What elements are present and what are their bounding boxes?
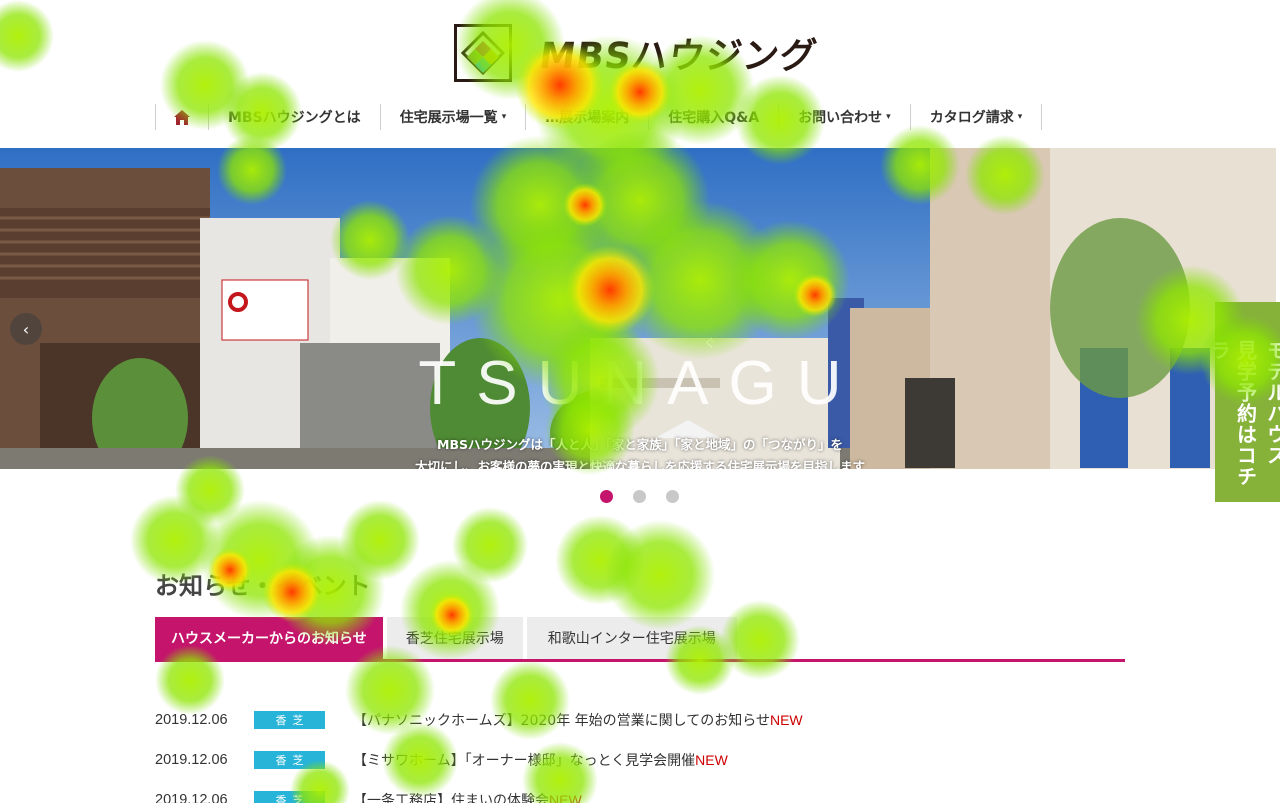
news-date: 2019.12.06 — [155, 752, 228, 768]
side-tab-line: モデルハウス — [1263, 340, 1280, 466]
site-logo[interactable]: MBSハウジング — [454, 24, 820, 82]
slider-prev-button[interactable]: ‹ — [10, 313, 42, 345]
nav-item-label: …展示場案内 — [545, 110, 630, 126]
news-tabs: ハウスメーカーからのお知らせ 香芝住宅展示場 和歌山インター住宅展示場 — [155, 617, 1125, 662]
tab-wakayama[interactable]: 和歌山インター住宅展示場 — [526, 617, 737, 659]
news-item: 2019.12.06 香芝 【パナソニックホームズ】2020年 年始の営業に関し… — [155, 700, 1125, 740]
new-label: NEW — [549, 792, 582, 803]
hero-slider: ぐ TSUNAGU MBSハウジングは「人と人」「家と家族」「家と地域」の「つな… — [0, 148, 1276, 469]
home-icon — [174, 109, 190, 125]
location-badge: 香芝 — [254, 751, 325, 769]
slider-pagination — [600, 490, 679, 503]
nav-item-contact[interactable]: お問い合わせ ▾ — [778, 104, 910, 130]
nav-item-guide[interactable]: …展示場案内 — [525, 104, 648, 130]
news-date: 2019.12.06 — [155, 712, 228, 728]
slider-dot[interactable] — [666, 490, 679, 503]
logo-wordmark: MBSハウジング — [536, 36, 820, 77]
logo-mark-icon — [454, 24, 512, 82]
hero-copy-line: 大切にし、お客様の夢の実現と快適な暮らしを応援する住宅展示場を目指します — [414, 459, 865, 469]
nav-item-showrooms[interactable]: 住宅展示場一覧 ▾ — [379, 104, 526, 130]
hero-title: TSUNAGU — [418, 349, 862, 418]
main-navigation: MBSハウジングとは 住宅展示場一覧 ▾ …展示場案内 住宅購入Q&A お問い合わ… — [155, 104, 1043, 130]
news-title: 【ミサワホーム】「オーナー様邸」なっとく見学会開催 — [353, 753, 696, 769]
nav-item-qa[interactable]: 住宅購入Q&A — [648, 104, 778, 130]
nav-item-label: カタログ請求 — [929, 110, 1014, 126]
location-badge: 香芝 — [254, 791, 325, 803]
nav-item-label: MBSハウジングとは — [228, 110, 361, 126]
hero-copy: MBSハウジングは「人と人」「家と家族」「家と地域」の「つながり」を 大切にし、… — [355, 434, 925, 469]
news-date: 2019.12.06 — [155, 792, 228, 803]
nav-item-label: 住宅展示場一覧 — [399, 110, 498, 126]
chevron-left-icon: ‹ — [22, 319, 30, 339]
news-title: 【一条工務店】住まいの体験会 — [353, 793, 549, 803]
side-tab-line: 見学予約はコチラ — [1207, 340, 1258, 487]
nav-item-catalog[interactable]: カタログ請求 ▾ — [909, 104, 1043, 130]
slider-dot[interactable] — [633, 490, 646, 503]
news-list: 2019.12.06 香芝 【パナソニックホームズ】2020年 年始の営業に関し… — [155, 700, 1125, 803]
hero-image — [0, 148, 1276, 469]
tab-kashiba[interactable]: 香芝住宅展示場 — [386, 617, 523, 659]
new-label: NEW — [695, 752, 728, 768]
chevron-down-icon: ▾ — [1017, 112, 1023, 122]
slider-dot[interactable] — [600, 490, 613, 503]
news-item: 2019.12.06 香芝 【一条工務店】住まいの体験会NEW — [155, 780, 1125, 803]
news-item: 2019.12.06 香芝 【ミサワホーム】「オーナー様邸」なっとく見学会開催N… — [155, 740, 1125, 780]
news-link[interactable]: 【パナソニックホームズ】2020年 年始の営業に関してのお知らせNEW — [353, 710, 803, 730]
nav-item-label: お問い合わせ — [798, 110, 883, 126]
news-title: 【パナソニックホームズ】2020年 年始の営業に関してのお知らせ — [353, 713, 770, 729]
hero-copy-line: MBSハウジングは「人と人」「家と家族」「家と地域」の「つながり」を — [437, 437, 843, 452]
news-heading: お知らせ・イベント — [155, 572, 371, 600]
nav-item-about[interactable]: MBSハウジングとは — [208, 104, 380, 130]
news-link[interactable]: 【一条工務店】住まいの体験会NEW — [353, 790, 582, 803]
nav-item-label: 住宅購入Q&A — [668, 110, 760, 126]
tab-housemaker-news[interactable]: ハウスメーカーからのお知らせ — [155, 617, 383, 659]
model-house-reservation-tab[interactable]: モデルハウス 見学予約はコチラ — [1208, 302, 1280, 502]
new-label: NEW — [769, 712, 803, 728]
chevron-down-icon: ▾ — [886, 112, 891, 122]
nav-home[interactable] — [155, 104, 208, 130]
chevron-down-icon: ▾ — [501, 112, 507, 122]
news-link[interactable]: 【ミサワホーム】「オーナー様邸」なっとく見学会開催NEW — [353, 750, 728, 770]
location-badge: 香芝 — [254, 711, 325, 729]
